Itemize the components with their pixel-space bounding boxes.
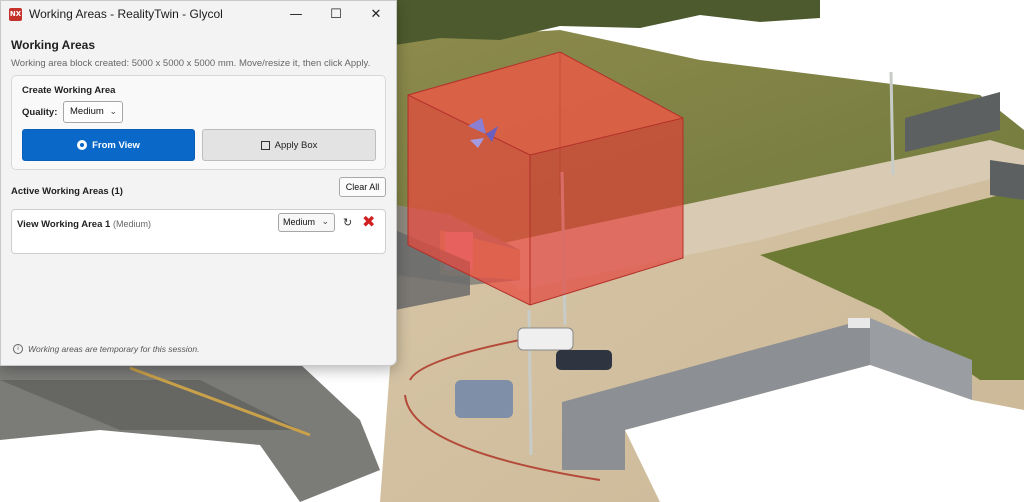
clear-all-button[interactable]: Clear All [339, 177, 386, 197]
area-quality-note: (Medium) [113, 219, 152, 229]
chevron-down-icon: ⌄ [109, 107, 117, 117]
close-icon[interactable]: ✕ [356, 1, 396, 27]
session-note-text: Working areas are temporary for this ses… [28, 344, 200, 354]
refresh-icon[interactable]: ↻ [343, 216, 352, 229]
car-white [517, 327, 574, 351]
from-view-button[interactable]: From View [22, 129, 195, 161]
from-view-label: From View [92, 139, 140, 151]
minimize-icon[interactable]: — [276, 1, 316, 27]
create-section-title: Create Working Area [22, 85, 116, 96]
area-name: View Working Area 1 [17, 219, 111, 230]
create-working-area-card: Create Working Area Quality: Medium ⌄ Fr… [11, 75, 386, 170]
panel-heading: Working Areas [11, 38, 96, 52]
title-bar[interactable]: NX Working Areas - RealityTwin - Glycol … [1, 1, 396, 27]
active-areas-list: View Working Area 1 (Medium) Medium ⌄ ↻ … [11, 209, 386, 254]
app-logo-icon: NX [9, 7, 22, 21]
working-areas-window: NX Working Areas - RealityTwin - Glycol … [0, 0, 397, 366]
active-areas-header: Active Working Areas (1) Clear All [11, 176, 386, 206]
apply-box-button[interactable]: Apply Box [202, 129, 376, 161]
clear-all-label: Clear All [345, 182, 380, 192]
quality-label: Quality: [22, 107, 58, 118]
quality-select-value: Medium [70, 106, 104, 117]
area-quality-value: Medium [283, 217, 316, 227]
box-icon [260, 140, 270, 150]
car-scanned [455, 380, 513, 418]
car-dark [556, 350, 612, 370]
window-title: Working Areas - RealityTwin - Glycol [29, 7, 223, 21]
camera-icon [77, 140, 88, 150]
status-message: Working area block created: 5000 x 5000 … [11, 58, 371, 69]
session-note: i Working areas are temporary for this s… [13, 344, 199, 354]
delete-icon[interactable]: ✖ [362, 212, 375, 231]
light-pole [889, 71, 895, 176]
chevron-down-icon: ⌄ [321, 217, 329, 227]
maximize-icon[interactable]: ☐ [316, 1, 356, 27]
active-areas-title: Active Working Areas (1) [11, 186, 123, 197]
apply-box-label: Apply Box [274, 139, 318, 151]
window-controls: — ☐ ✕ [276, 1, 396, 27]
quality-select[interactable]: Medium ⌄ [63, 101, 123, 123]
area-quality-select[interactable]: Medium ⌄ [278, 213, 335, 232]
info-icon: i [13, 344, 23, 354]
